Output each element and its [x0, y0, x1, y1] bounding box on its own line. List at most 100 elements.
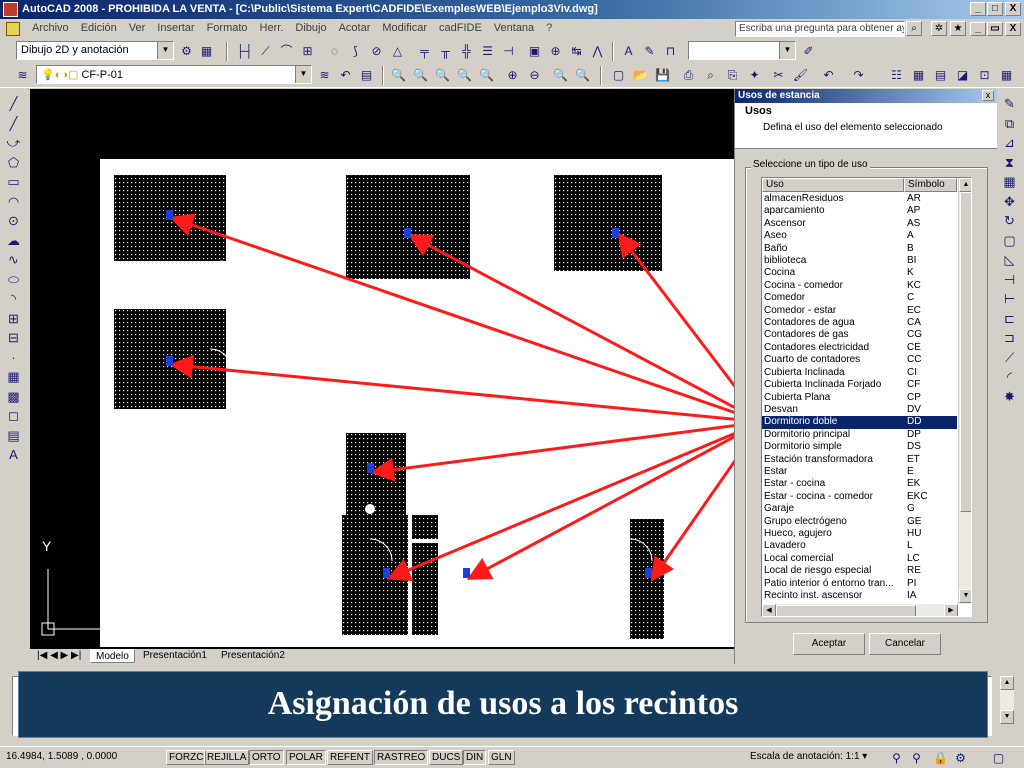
zoom-dynamic-icon[interactable]: 🔍 [434, 67, 451, 84]
column-header-simbolo[interactable]: Símbolo [904, 178, 957, 192]
status-toggle-rejilla[interactable]: REJILLA [204, 750, 250, 765]
point-icon[interactable]: · [4, 349, 23, 367]
quick-dimension-icon[interactable]: ╤ [416, 43, 433, 60]
offset-icon[interactable]: ⧗ [1000, 154, 1019, 172]
list-item[interactable]: Local comercial LC [762, 553, 957, 565]
make-current-layer-icon[interactable]: ≋ [316, 67, 333, 84]
chamfer-icon[interactable]: ⟋ [1000, 349, 1019, 367]
gradient-icon[interactable]: ▩ [4, 388, 23, 406]
status-toggle-gln[interactable]: GLN [488, 750, 515, 765]
tab-nav-buttons[interactable]: |◀ ◀ ▶ ▶| [32, 649, 86, 663]
revision-cloud-icon[interactable]: ☁ [4, 232, 23, 250]
markup-icon[interactable]: ⊡ [976, 67, 993, 84]
column-header-uso[interactable]: Uso [762, 178, 904, 192]
status-toggle-ducs[interactable]: DUCS [429, 750, 464, 765]
table-icon[interactable]: ▤ [4, 427, 23, 445]
scroll-left-icon[interactable]: ◀ [762, 604, 776, 616]
aligned-dimension-icon[interactable]: ⟋ [257, 43, 274, 60]
menu-item-1[interactable]: Edición [75, 22, 123, 34]
list-item[interactable]: Cocina - comedor KC [762, 280, 957, 292]
tab-model[interactable]: Modelo [90, 649, 135, 663]
list-item[interactable]: Patio interior ó entorno tran... PI [762, 578, 957, 590]
list-item[interactable]: Grupo electrógeno GE [762, 516, 957, 528]
horizontal-scroll-thumb[interactable] [776, 605, 916, 616]
trim-icon[interactable]: ⊣ [1000, 271, 1019, 289]
dimension-edit-icon[interactable]: A [620, 43, 637, 60]
help-search-input[interactable]: Escriba una pregunta para obtener ayuda [735, 21, 905, 37]
list-item[interactable]: Cubierta Inclinada Forjado CF [762, 379, 957, 391]
clean-screen-icon[interactable]: ▢ [990, 750, 1007, 767]
list-item[interactable]: Comedor - estar EC [762, 305, 957, 317]
tray-settings-icon[interactable]: ⚙ [952, 750, 969, 767]
construction-line-icon[interactable]: ╱ [4, 115, 23, 133]
list-item[interactable]: Cuarto de contadores CC [762, 354, 957, 366]
mirror-icon[interactable]: ⊿ [1000, 134, 1019, 152]
list-item[interactable]: almacenResiduos AR [762, 193, 957, 205]
erase-icon[interactable]: ✎ [1000, 95, 1019, 113]
center-mark-icon[interactable]: ⊕ [547, 43, 564, 60]
status-toggle-polar[interactable]: POLAR [286, 750, 326, 765]
array-icon[interactable]: ▦ [1000, 173, 1019, 191]
scroll-thumb[interactable] [960, 192, 971, 512]
list-item[interactable]: biblioteca BI [762, 255, 957, 267]
list-item[interactable]: Dormitorio simple DS [762, 441, 957, 453]
scroll-up-icon[interactable]: ▲ [959, 178, 971, 192]
tool-palettes-window-icon[interactable]: ▤ [932, 67, 949, 84]
move-icon[interactable]: ✥ [1000, 193, 1019, 211]
ordinate-dimension-icon[interactable]: ⊞ [299, 43, 316, 60]
menu-item-3[interactable]: Insertar [151, 22, 200, 34]
annotation-visibility-icon[interactable]: ⚲ [888, 750, 905, 767]
zoom-extents-icon[interactable]: 🔍 [574, 67, 591, 84]
list-item[interactable]: Estación transformadora ET [762, 454, 957, 466]
use-type-list[interactable]: Uso Símbolo almacenResiduos AR aparcamient… [761, 177, 972, 617]
cancel-button[interactable]: Cancelar [869, 633, 941, 655]
scroll-right-icon[interactable]: ▶ [944, 604, 958, 616]
list-vertical-scrollbar[interactable]: ▲ ▼ [958, 178, 971, 604]
tab-presentacion2[interactable]: Presentación2 [216, 649, 290, 663]
ellipse-icon[interactable]: ⬭ [4, 271, 23, 289]
menu-item-4[interactable]: Formato [201, 22, 254, 34]
inspection-icon[interactable]: ↹ [568, 43, 585, 60]
chevron-down-icon[interactable]: ▼ [779, 42, 795, 59]
hatch-icon[interactable]: ▦ [4, 368, 23, 386]
communication-center-icon[interactable]: ✲ [931, 21, 947, 36]
menu-item-10[interactable]: Ventana [488, 22, 540, 34]
list-item[interactable]: aparcamiento AP [762, 205, 957, 217]
fillet-icon[interactable]: ◜ [1000, 368, 1019, 386]
list-item[interactable]: Estar - cocina EK [762, 478, 957, 490]
doc-restore-button[interactable]: ▭ [987, 22, 1003, 36]
break-icon[interactable]: ⊏ [1000, 310, 1019, 328]
status-toggle-refent[interactable]: REFENT [327, 750, 373, 765]
menu-item-0[interactable]: Archivo [26, 22, 75, 34]
command-scrollbar[interactable]: ▲ ▼ [1000, 676, 1014, 724]
menu-item-11[interactable]: ? [540, 22, 558, 34]
list-item[interactable]: Lavadero L [762, 540, 957, 552]
scroll-up-icon[interactable]: ▲ [1000, 676, 1014, 690]
list-item[interactable]: Desvan DV [762, 404, 957, 416]
favorites-icon[interactable]: ★ [950, 21, 966, 36]
list-item[interactable]: Cocina K [762, 267, 957, 279]
design-center-icon[interactable]: ▦ [910, 67, 927, 84]
ellipse-arc-icon[interactable]: ◝ [4, 290, 23, 308]
stretch-icon[interactable]: ◺ [1000, 251, 1019, 269]
list-item[interactable]: Local de riesgo especial RE [762, 565, 957, 577]
chevron-down-icon[interactable]: ▼ [295, 66, 311, 83]
extend-icon[interactable]: ⊢ [1000, 290, 1019, 308]
tolerance-icon[interactable]: ▣ [526, 43, 543, 60]
list-item[interactable]: Baño B [762, 243, 957, 255]
close-button[interactable]: X [1005, 2, 1021, 16]
layer-previous-icon[interactable]: ↶ [337, 67, 354, 84]
publish-icon[interactable]: ⎘ [724, 67, 741, 84]
layer-combo[interactable]: 💡◐◑▢ CF-P-01 ▼ [36, 65, 312, 84]
list-item[interactable]: Dormitorio principal DP [762, 429, 957, 441]
list-item[interactable]: Cubierta Inclinada CI [762, 367, 957, 379]
zoom-scale-icon[interactable]: 🔍 [456, 67, 473, 84]
menu-item-2[interactable]: Ver [123, 22, 152, 34]
explode-icon[interactable]: ✸ [1000, 388, 1019, 406]
circle-icon[interactable]: ⊙ [4, 212, 23, 230]
layer-states-icon[interactable]: ▤ [358, 67, 375, 84]
autocad-app-icon[interactable] [3, 2, 18, 17]
linear-dimension-icon[interactable]: ├┤ [236, 43, 253, 60]
properties-icon[interactable]: ☷ [888, 67, 905, 84]
scroll-down-icon[interactable]: ▼ [1000, 710, 1014, 724]
